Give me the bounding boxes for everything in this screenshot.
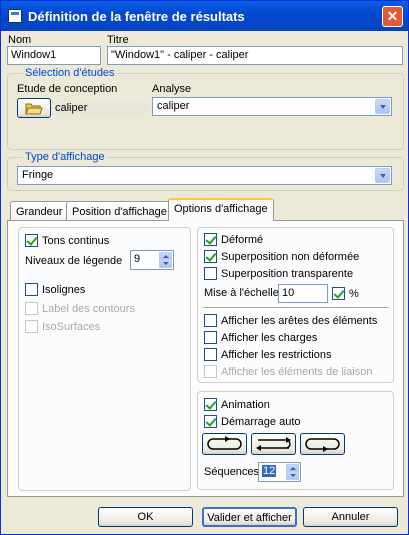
- title-bar: Définition de la fenêtre de résultats ✕: [1, 1, 408, 31]
- anim-reverse-loop-button[interactable]: [300, 433, 345, 455]
- tab-position-affichage[interactable]: Position d'affichage: [66, 201, 173, 221]
- window-icon: [8, 9, 22, 23]
- affichage-select[interactable]: Fringe: [17, 166, 392, 185]
- superposition-non-checkbox[interactable]: [204, 250, 217, 263]
- divider: [203, 307, 389, 309]
- annuler-button[interactable]: Annuler: [303, 507, 398, 527]
- mise-echelle-input[interactable]: 10: [278, 284, 328, 303]
- sequences-spinner[interactable]: 12: [258, 462, 301, 482]
- superposition-transp-checkbox[interactable]: [204, 267, 217, 280]
- tab-options-affichage[interactable]: Options d'affichage: [168, 198, 274, 221]
- titre-label: Titre: [107, 34, 129, 46]
- demarrage-checkbox[interactable]: [204, 415, 217, 428]
- niveaux-label: Niveaux de légende: [25, 255, 123, 267]
- affichage-select-value: Fringe: [22, 169, 54, 181]
- folder-icon: [25, 103, 43, 115]
- isosurfaces-checkbox: [25, 320, 38, 333]
- superposition-non-label: Superposition non déformée: [221, 251, 360, 263]
- mise-echelle-label: Mise à l'échelle: [204, 287, 279, 299]
- restrictions-checkbox[interactable]: [204, 348, 217, 361]
- chevron-down-icon[interactable]: [375, 99, 390, 114]
- liaison-label: Afficher les éléments de liaison: [221, 366, 373, 378]
- loop-icon: [207, 436, 242, 450]
- niveaux-value: 9: [134, 253, 141, 265]
- spin-down-icon[interactable]: [159, 259, 172, 268]
- liaison-checkbox: [204, 365, 217, 378]
- isosurfaces-label: IsoSurfaces: [42, 321, 101, 333]
- deforme-checkbox[interactable]: [204, 233, 217, 246]
- tons-continus-label: Tons continus: [42, 235, 110, 247]
- analyse-select[interactable]: caliper: [152, 97, 392, 116]
- reverse-loop-icon: [305, 438, 340, 452]
- anim-bounce-button[interactable]: [251, 433, 296, 455]
- tab-grandeur[interactable]: Grandeur: [10, 201, 69, 221]
- restrictions-label: Afficher les restrictions: [221, 349, 332, 361]
- animation-label: Animation: [221, 399, 270, 411]
- demarrage-label: Démarrage auto: [221, 416, 301, 428]
- spin-down-icon[interactable]: [286, 471, 299, 480]
- window-title: Définition de la fenêtre de résultats: [28, 9, 245, 24]
- sequences-value: 12: [262, 465, 277, 477]
- affichage-group-title: Type d'affichage: [23, 151, 107, 163]
- conception-value: caliper: [55, 102, 147, 116]
- charges-label: Afficher les charges: [221, 332, 318, 344]
- sequences-label: Séquences: [204, 466, 260, 478]
- ok-button[interactable]: OK: [98, 507, 193, 527]
- titre-input[interactable]: "Window1" - caliper - caliper: [107, 46, 403, 65]
- analyse-select-value: caliper: [157, 100, 190, 112]
- percent-label: %: [349, 288, 359, 300]
- results-window-dialog: Définition de la fenêtre de résultats ✕ …: [0, 0, 409, 535]
- label-contours-label: Label des contours: [42, 303, 135, 315]
- aretes-checkbox[interactable]: [204, 314, 217, 327]
- aretes-label: Afficher les arêtes des éléments: [221, 315, 378, 327]
- niveaux-spinner[interactable]: 9: [130, 250, 174, 270]
- anim-cycle-button[interactable]: [202, 433, 247, 455]
- tons-continus-checkbox[interactable]: [25, 234, 38, 247]
- percent-checkbox[interactable]: [332, 287, 345, 300]
- isolignes-label: Isolignes: [42, 284, 86, 296]
- superposition-transp-label: Superposition transparente: [221, 268, 354, 280]
- animation-checkbox[interactable]: [204, 398, 217, 411]
- bounce-icon: [256, 437, 291, 451]
- conception-label: Etude de conception: [17, 83, 118, 95]
- open-folder-button[interactable]: [17, 98, 51, 118]
- isolignes-checkbox[interactable]: [25, 283, 38, 296]
- close-icon[interactable]: ✕: [382, 6, 403, 27]
- nom-input[interactable]: Window1: [7, 46, 101, 65]
- charges-checkbox[interactable]: [204, 331, 217, 344]
- nom-label: Nom: [8, 34, 32, 46]
- chevron-down-icon[interactable]: [375, 168, 390, 183]
- deforme-label: Déformé: [221, 234, 264, 246]
- etudes-group-title: Sélection d'études: [23, 67, 117, 79]
- valider-afficher-button[interactable]: Valider et afficher: [202, 507, 297, 527]
- analyse-label: Analyse: [152, 83, 192, 95]
- label-contours-checkbox: [25, 302, 38, 315]
